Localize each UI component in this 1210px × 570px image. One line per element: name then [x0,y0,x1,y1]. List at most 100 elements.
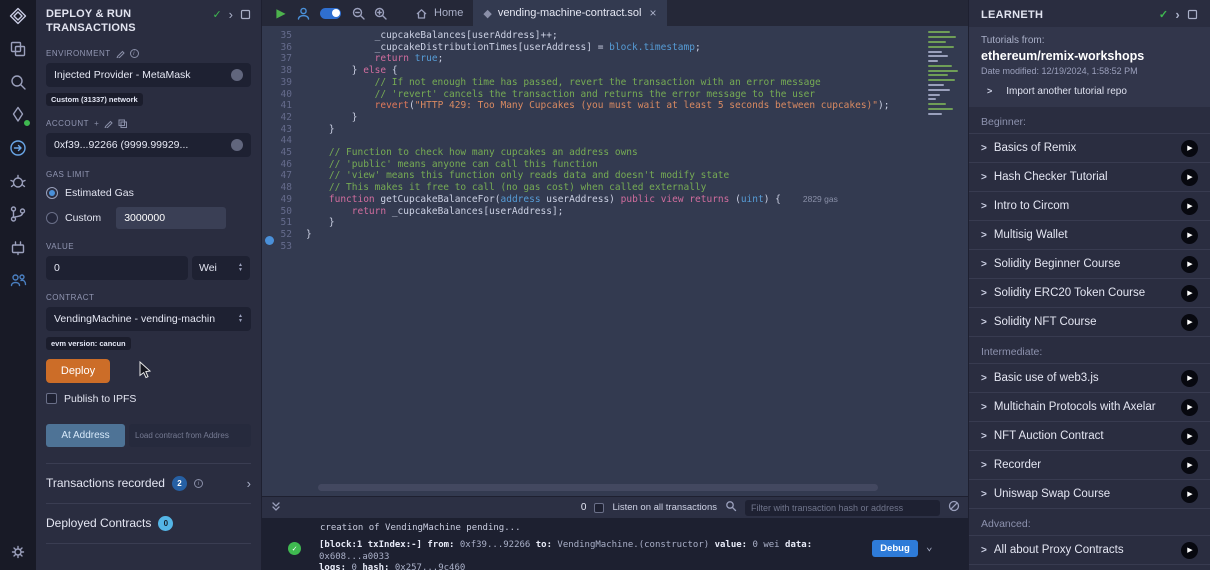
at-address-button[interactable]: At Address [46,424,125,447]
play-circle-icon[interactable]: ▶ [1181,457,1198,474]
code-line[interactable]: 46 // 'public' means anyone can call thi… [262,159,924,171]
tutorial-item[interactable]: >Recorder▶ [969,451,1210,480]
code-line[interactable]: 35 _cupcakeBalances[userAddress]++; [262,30,924,42]
play-circle-icon[interactable]: ▶ [1181,370,1198,387]
zoom-out-icon[interactable] [347,2,369,24]
tab-home[interactable]: Home [405,0,473,26]
close-tab-icon[interactable]: × [650,6,657,20]
tutorial-item[interactable]: >Solidity ERC20 Token Course▶ [969,279,1210,308]
estimated-gas-option[interactable]: Estimated Gas [46,187,251,199]
tab-contract-file[interactable]: ◆ vending-machine-contract.sol × [473,0,666,26]
play-circle-icon[interactable]: ▶ [1181,198,1198,215]
tutorial-item[interactable]: >Uniswap Swap Course▶ [969,480,1210,509]
deploy-and-run-icon[interactable] [8,138,28,158]
play-circle-icon[interactable]: ▶ [1181,169,1198,186]
custom-gas-option[interactable]: Custom [46,207,251,229]
learneth-icon[interactable] [8,270,28,290]
tutorial-item[interactable]: >Intro to Circom▶ [969,192,1210,221]
code-line[interactable]: 53 [262,241,924,253]
deploy-button[interactable]: Deploy [46,359,110,383]
transactions-recorded-row[interactable]: Transactions recorded 2 i › [46,463,251,503]
code-line[interactable]: 51 } [262,217,924,229]
minimap[interactable] [926,28,964,138]
play-circle-icon[interactable]: ▶ [1181,486,1198,503]
play-circle-icon[interactable]: ▶ [1181,256,1198,273]
editor-toggle[interactable] [320,8,341,19]
play-circle-icon[interactable]: ▶ [1181,542,1198,559]
breakpoint-dot[interactable] [265,236,274,245]
edit-icon[interactable] [116,49,125,58]
environment-select[interactable]: Injected Provider - MetaMask [46,63,251,87]
code-line[interactable]: 49 function getCupcakeBalanceFor(address… [262,194,924,206]
horizontal-scrollbar[interactable] [318,484,878,491]
run-script-icon[interactable]: ▶ [270,2,292,24]
collapse-chevron-icon[interactable]: › [229,10,233,20]
tutorial-item[interactable]: >Multichain Protocols with Axelar▶ [969,393,1210,422]
terminal-search-icon[interactable] [725,500,737,515]
account-copy-icon[interactable] [231,139,243,151]
at-address-input[interactable] [129,424,251,447]
transactions-info-icon[interactable]: i [194,479,203,488]
code-line[interactable]: 38 } else { [262,65,924,77]
tutorial-item[interactable]: >Solidity Beginner Course▶ [969,250,1210,279]
code-line[interactable]: 48 // This makes it free to call (no gas… [262,182,924,194]
expand-chevron-icon[interactable]: › [247,476,251,491]
solidity-compiler-icon[interactable] [8,105,28,125]
custom-gas-input[interactable] [116,207,226,229]
add-account-icon[interactable]: + [94,119,99,128]
publish-ipfs-row[interactable]: Publish to IPFS [46,393,251,405]
terminal-filter-input[interactable] [745,500,940,516]
sign-message-icon[interactable] [104,119,113,128]
git-icon[interactable] [8,204,28,224]
play-circle-icon[interactable]: ▶ [1181,399,1198,416]
code-line[interactable]: 50 return _cupcakeBalances[userAddress]; [262,206,924,218]
tutorial-item[interactable]: >Basic use of web3.js▶ [969,364,1210,393]
code-line[interactable]: 42 } [262,112,924,124]
estimated-gas-radio[interactable] [46,187,58,199]
code-line[interactable]: 43 } [262,124,924,136]
tutorial-item[interactable]: >All about Proxy Contracts▶ [969,536,1210,565]
search-icon[interactable] [8,72,28,92]
tutorial-item[interactable]: >Solidity NFT Course▶ [969,308,1210,337]
pin-panel-icon[interactable] [240,9,251,20]
deployed-contracts-row[interactable]: Deployed Contracts 0 [46,503,251,544]
contract-select[interactable]: VendingMachine - vending-machin ▲▼ [46,307,251,331]
info-icon[interactable]: i [130,49,139,58]
play-circle-icon[interactable]: ▶ [1181,140,1198,157]
play-circle-icon[interactable]: ▶ [1181,314,1198,331]
debug-button[interactable]: Debug [872,540,918,557]
clear-console-icon[interactable] [948,500,960,515]
collapse-chevron-icon[interactable]: › [1175,10,1180,20]
settings-gear-icon[interactable] [8,542,28,562]
terminal-log-row[interactable]: ✓ [block:1 txIndex:-] from: 0xf39...9226… [262,540,968,570]
listen-checkbox[interactable] [594,503,604,513]
code-line[interactable]: 40 // 'revert' cancels the transaction a… [262,89,924,101]
custom-gas-radio[interactable] [46,212,58,224]
tutorial-item[interactable]: >Hash Checker Tutorial▶ [969,163,1210,192]
tutorial-item[interactable]: >Basics of Remix▶ [969,134,1210,163]
import-tutorial-link[interactable]: > Import another tutorial repo [981,86,1198,97]
debugger-icon[interactable] [8,171,28,191]
plugin-manager-icon[interactable] [8,237,28,257]
code-line[interactable]: 37 return true; [262,53,924,65]
zoom-in-icon[interactable] [369,2,391,24]
code-line[interactable]: 41 revert("HTTP 429: Too Many Cupcakes (… [262,100,924,112]
code-line[interactable]: 39 // If not enough time has passed, rev… [262,77,924,89]
user-icon[interactable] [292,2,314,24]
code-line[interactable]: 44 [262,135,924,147]
tutorial-item[interactable]: >Multisig Wallet▶ [969,221,1210,250]
code-line[interactable]: 47 // 'view' means this function only re… [262,170,924,182]
workspaces-icon[interactable] [8,39,28,59]
code-line[interactable]: 52} [262,229,924,241]
copy-icon[interactable] [118,119,127,128]
value-unit-select[interactable]: Wei ▲▼ [192,256,250,280]
publish-ipfs-checkbox[interactable] [46,393,57,404]
play-circle-icon[interactable]: ▶ [1181,227,1198,244]
code-editor[interactable]: 35 _cupcakeBalances[userAddress]++;36 _c… [262,26,968,496]
account-select[interactable]: 0xf39...92266 (9999.99929... [46,133,251,157]
log-expand-chevron-icon[interactable]: ⌄ [926,540,933,553]
value-input[interactable] [46,256,188,280]
code-line[interactable]: 45 // Function to check how many cupcake… [262,147,924,159]
tutorial-item[interactable]: >NFT Auction Contract▶ [969,422,1210,451]
pin-panel-icon[interactable] [1187,9,1198,20]
